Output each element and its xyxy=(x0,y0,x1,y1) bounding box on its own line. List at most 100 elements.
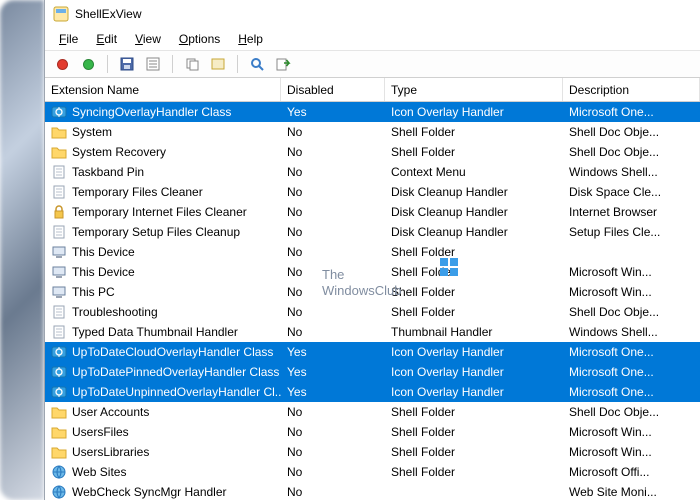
header-description[interactable]: Description xyxy=(563,78,700,101)
toolbar-separator xyxy=(172,55,173,73)
cell-name: System xyxy=(72,125,112,139)
save-icon[interactable] xyxy=(116,53,138,75)
cell-disabled: No xyxy=(281,162,385,182)
table-row[interactable]: SyncingOverlayHandler ClassYesIcon Overl… xyxy=(45,102,700,122)
menu-view[interactable]: View xyxy=(127,30,169,48)
cell-description: Disk Space Cle... xyxy=(563,182,700,202)
cell-type xyxy=(385,482,563,500)
cell-name: UpToDatePinnedOverlayHandler Class xyxy=(72,365,279,379)
table-row[interactable]: WebCheck SyncMgr HandlerNoWeb Site Moni.… xyxy=(45,482,700,500)
cell-name: UpToDateCloudOverlayHandler Class xyxy=(72,345,273,359)
cell-type: Shell Folder xyxy=(385,302,563,322)
header-disabled[interactable]: Disabled xyxy=(281,78,385,101)
cell-description: Shell Doc Obje... xyxy=(563,142,700,162)
cell-type: Disk Cleanup Handler xyxy=(385,182,563,202)
copy-icon[interactable] xyxy=(181,53,203,75)
table-row[interactable]: UsersLibrariesNoShell FolderMicrosoft Wi… xyxy=(45,442,700,462)
cell-disabled: No xyxy=(281,442,385,462)
table-row[interactable]: This PCNoShell FolderMicrosoft Win... xyxy=(45,282,700,302)
table-row[interactable]: Temporary Internet Files CleanerNoDisk C… xyxy=(45,202,700,222)
table-row[interactable]: Web SitesNoShell FolderMicrosoft Offi... xyxy=(45,462,700,482)
menu-options[interactable]: Options xyxy=(171,30,228,48)
table-row[interactable]: UpToDateUnpinnedOverlayHandler Cl...YesI… xyxy=(45,382,700,402)
table-row[interactable]: UpToDatePinnedOverlayHandler ClassYesIco… xyxy=(45,362,700,382)
app-icon xyxy=(53,6,69,22)
cell-type: Disk Cleanup Handler xyxy=(385,222,563,242)
cell-type: Context Menu xyxy=(385,162,563,182)
table-row[interactable]: This DeviceNoShell FolderMicrosoft Win..… xyxy=(45,262,700,282)
cell-name: This PC xyxy=(72,285,115,299)
table-row[interactable]: Taskband PinNoContext MenuWindows Shell.… xyxy=(45,162,700,182)
cell-disabled: No xyxy=(281,202,385,222)
cell-type: Shell Folder xyxy=(385,262,563,282)
cell-description: Microsoft Win... xyxy=(563,422,700,442)
cell-description: Microsoft One... xyxy=(563,382,700,402)
cell-disabled: Yes xyxy=(281,342,385,362)
table-row[interactable]: Temporary Setup Files CleanupNoDisk Clea… xyxy=(45,222,700,242)
menu-edit[interactable]: Edit xyxy=(88,30,125,48)
cell-type: Shell Folder xyxy=(385,242,563,262)
sync-icon xyxy=(51,104,67,120)
cell-disabled: Yes xyxy=(281,362,385,382)
table-body: SyncingOverlayHandler Class YesIcon Overl… xyxy=(45,102,700,500)
cell-disabled: No xyxy=(281,322,385,342)
refresh-icon[interactable] xyxy=(207,53,229,75)
menu-file[interactable]: File xyxy=(51,30,86,48)
table-row[interactable]: SystemNoShell FolderShell Doc Obje... xyxy=(45,122,700,142)
folder-icon xyxy=(51,124,67,140)
cell-name: Troubleshooting xyxy=(72,305,158,319)
folder-icon xyxy=(51,404,67,420)
header-type[interactable]: Type xyxy=(385,78,563,101)
cell-description: Windows Shell... xyxy=(563,322,700,342)
cell-name: This Device xyxy=(72,265,135,279)
table-row[interactable]: TroubleshootingNoShell FolderShell Doc O… xyxy=(45,302,700,322)
cell-description: Microsoft One... xyxy=(563,102,700,122)
table-row[interactable]: System RecoveryNoShell FolderShell Doc O… xyxy=(45,142,700,162)
cell-disabled: No xyxy=(281,302,385,322)
cell-name: Temporary Internet Files Cleaner xyxy=(72,205,247,219)
lock-icon xyxy=(51,204,67,220)
doc-icon xyxy=(51,164,67,180)
cell-name: UsersLibraries xyxy=(72,445,149,459)
cell-description: Microsoft One... xyxy=(563,342,700,362)
table-row[interactable]: User AccountsNoShell FolderShell Doc Obj… xyxy=(45,402,700,422)
find-icon[interactable] xyxy=(246,53,268,75)
doc-icon xyxy=(51,304,67,320)
cell-description: Setup Files Cle... xyxy=(563,222,700,242)
enable-button[interactable] xyxy=(77,53,99,75)
table-row[interactable]: Typed Data Thumbnail HandlerNoThumbnail … xyxy=(45,322,700,342)
cell-description: Shell Doc Obje... xyxy=(563,402,700,422)
table-row[interactable]: Temporary Files CleanerNoDisk Cleanup Ha… xyxy=(45,182,700,202)
header-extension-name[interactable]: Extension Name xyxy=(45,78,281,101)
cell-name: Typed Data Thumbnail Handler xyxy=(72,325,238,339)
cell-disabled: No xyxy=(281,462,385,482)
cell-type: Shell Folder xyxy=(385,142,563,162)
cell-name: SyncingOverlayHandler Class xyxy=(72,105,231,119)
cell-description: Microsoft Win... xyxy=(563,282,700,302)
cell-description: Internet Browser xyxy=(563,202,700,222)
column-headers: Extension Name Disabled Type Description xyxy=(45,78,700,102)
sync-icon xyxy=(51,344,67,360)
cell-description: Microsoft One... xyxy=(563,362,700,382)
table-row[interactable]: This DeviceNoShell Folder xyxy=(45,242,700,262)
cell-description: Microsoft Win... xyxy=(563,262,700,282)
cell-description: Microsoft Offi... xyxy=(563,462,700,482)
export-icon[interactable] xyxy=(272,53,294,75)
properties-icon[interactable] xyxy=(142,53,164,75)
toolbar-separator xyxy=(237,55,238,73)
cell-name: UsersFiles xyxy=(72,425,129,439)
cell-name: User Accounts xyxy=(72,405,149,419)
cell-type: Icon Overlay Handler xyxy=(385,362,563,382)
cell-description xyxy=(563,242,700,262)
cell-type: Shell Folder xyxy=(385,442,563,462)
table-row[interactable]: UsersFilesNoShell FolderMicrosoft Win... xyxy=(45,422,700,442)
menu-help[interactable]: Help xyxy=(230,30,271,48)
cell-name: Web Sites xyxy=(72,465,126,479)
table-row[interactable]: UpToDateCloudOverlayHandler ClassYesIcon… xyxy=(45,342,700,362)
folder-icon xyxy=(51,444,67,460)
cell-name: Temporary Files Cleaner xyxy=(72,185,203,199)
cell-disabled: No xyxy=(281,482,385,500)
globe-icon xyxy=(51,484,67,500)
window-title: ShellExView xyxy=(75,7,141,21)
disable-button[interactable] xyxy=(51,53,73,75)
